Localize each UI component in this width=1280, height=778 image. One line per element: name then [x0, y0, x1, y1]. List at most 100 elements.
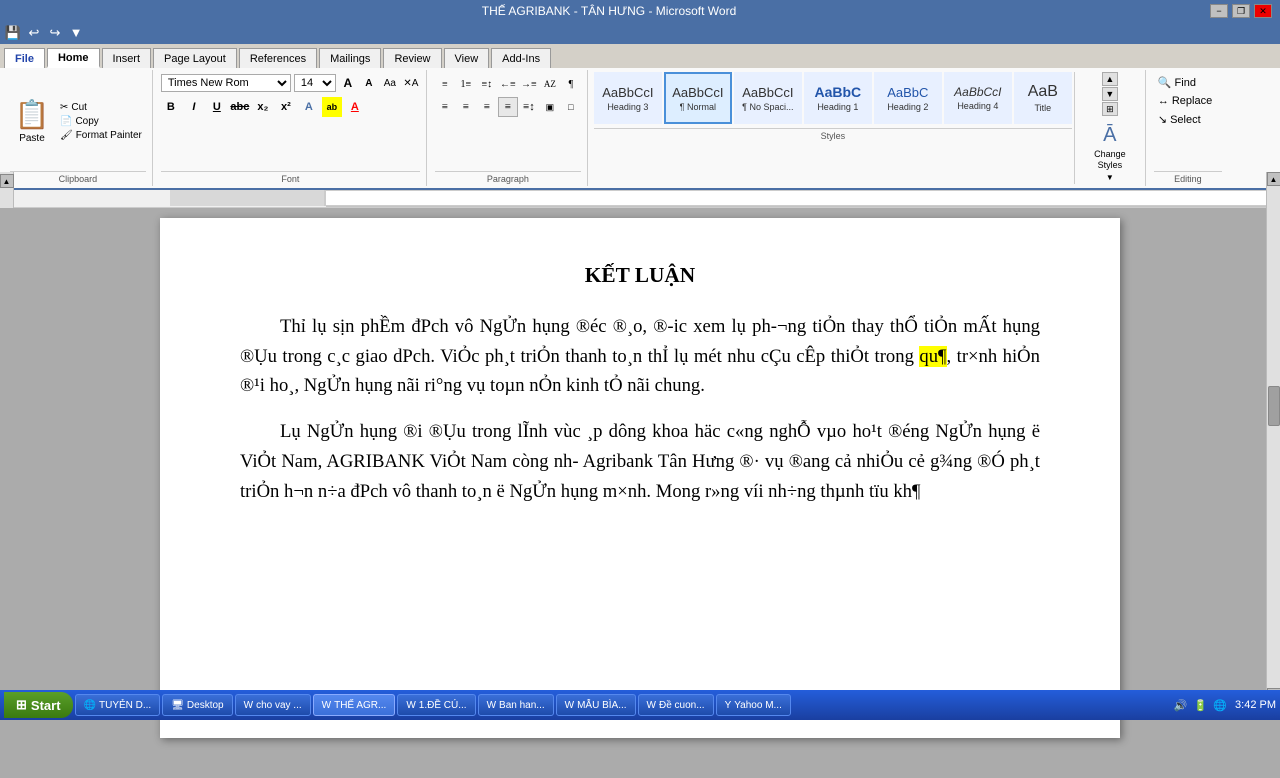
- font-row-2: B I U abc x₂ x² A ab A: [161, 97, 420, 117]
- ruler: for(let i=0; i<=24; i++) { const x = i*3…: [0, 190, 1280, 208]
- bold-button[interactable]: B: [161, 97, 181, 117]
- change-case-button[interactable]: Aa: [381, 74, 399, 92]
- increase-indent-button[interactable]: →≡: [519, 74, 539, 94]
- taskbar-right: 🔊 🔋 🌐 3:42 PM: [1174, 699, 1276, 712]
- clipboard-group: 📋 Paste ✂ Cut 📄 Copy 🖌 Format Painter: [4, 70, 153, 186]
- ribbon: 📋 Paste ✂ Cut 📄 Copy 🖌 Format Painter: [0, 68, 1280, 190]
- taskbar-the-agr[interactable]: W THẾ AGR...: [313, 694, 396, 716]
- paste-icon: 📋: [15, 98, 50, 131]
- styles-scroll-up[interactable]: ▲: [1102, 72, 1118, 86]
- para-row-2: ≡ ≡ ≡ ≡ ≡↕ ▣ □: [435, 97, 581, 117]
- minimize-button[interactable]: −: [1210, 4, 1228, 18]
- paste-button[interactable]: 📋 Paste: [10, 95, 54, 147]
- style-normal[interactable]: AaBbCcI ¶ Normal: [664, 72, 732, 124]
- subscript-button[interactable]: x₂: [253, 97, 273, 117]
- font-family-select[interactable]: Times New Rom: [161, 74, 291, 92]
- cut-button[interactable]: ✂ Cut: [56, 101, 146, 114]
- system-tray: 🔊 🔋 🌐: [1174, 699, 1227, 712]
- window-controls: − ❐ ✕: [1210, 4, 1272, 18]
- taskbar-de-cuon[interactable]: W Đề cuon...: [638, 694, 714, 716]
- document-title: KẾT LUẬN: [240, 258, 1040, 292]
- style-title[interactable]: AaB Title: [1014, 72, 1072, 124]
- clear-formatting-button[interactable]: ✕A: [402, 74, 420, 92]
- paragraph-2: Lụ NgỬn hụng ®i ®Ụu trong lĨnh vùc ¸p dô…: [240, 417, 1040, 507]
- align-right-button[interactable]: ≡: [477, 97, 497, 117]
- change-styles-button[interactable]: Ā ChangeStyles ▼: [1079, 122, 1141, 184]
- scroll-up-arrow[interactable]: ▲: [1267, 172, 1280, 186]
- quick-access-toolbar: 💾 ↩ ↪ ▼: [0, 22, 1280, 44]
- taskbar-tuyen[interactable]: 🌐 TUYẺN D...: [75, 694, 161, 716]
- quick-access-dropdown[interactable]: ▼: [67, 24, 85, 42]
- editing-group: 🔍 Find ↔ Replace ↘ Select Editing: [1148, 70, 1228, 186]
- align-center-button[interactable]: ≡: [456, 97, 476, 117]
- restore-button[interactable]: ❐: [1232, 4, 1250, 18]
- style-no-spacing[interactable]: AaBbCcI ¶ No Spaci...: [734, 72, 802, 124]
- document-page: KẾT LUẬN Thỉ lụ sịn phỀm đPch vô NgỬn hụ…: [160, 218, 1120, 738]
- clipboard-small-buttons: ✂ Cut 📄 Copy 🖌 Format Painter: [56, 101, 146, 142]
- scroll-thumb[interactable]: [1268, 386, 1280, 426]
- find-button[interactable]: 🔍 Find: [1154, 74, 1216, 91]
- style-heading1[interactable]: AaBbC Heading 1: [804, 72, 872, 124]
- taskbar-desktop[interactable]: 🖥 Desktop: [162, 694, 232, 716]
- numbering-button[interactable]: 1≡: [456, 74, 476, 94]
- text-highlight-button[interactable]: ab: [322, 97, 342, 117]
- line-spacing-button[interactable]: ≡↕: [519, 97, 539, 117]
- taskbar-cho-vay[interactable]: W cho vay ...: [235, 694, 311, 716]
- shading-button[interactable]: ▣: [540, 97, 560, 117]
- undo-quick-btn[interactable]: ↩: [25, 24, 43, 42]
- styles-group: AaBbCcI Heading 3 AaBbCcI ¶ Normal AaBbC…: [590, 70, 1146, 186]
- tab-addins[interactable]: Add-Ins: [491, 48, 551, 68]
- format-painter-button[interactable]: 🖌 Format Painter: [56, 129, 146, 142]
- replace-button[interactable]: ↔ Replace: [1154, 93, 1216, 109]
- tab-insert[interactable]: Insert: [102, 48, 152, 68]
- align-left-button[interactable]: ≡: [435, 97, 455, 117]
- superscript-button[interactable]: x²: [276, 97, 296, 117]
- select-button[interactable]: ↘ Select: [1154, 111, 1216, 128]
- title-bar-text: THẾ AGRIBANK - TÂN HƯNG - Microsoft Word: [8, 4, 1210, 18]
- taskbar-ban-han[interactable]: W Ban han...: [478, 694, 554, 716]
- taskbar-mau-bia[interactable]: W MẪU BÌA...: [556, 694, 636, 716]
- multilevel-button[interactable]: ≡↕: [477, 74, 497, 94]
- tab-review[interactable]: Review: [383, 48, 441, 68]
- text-effects-button[interactable]: A: [299, 97, 319, 117]
- bullets-button[interactable]: ≡: [435, 74, 455, 94]
- para-row-1: ≡ 1≡ ≡↕ ←≡ →≡ AZ ¶: [435, 74, 581, 94]
- underline-button[interactable]: U: [207, 97, 227, 117]
- borders-button[interactable]: □: [561, 97, 581, 117]
- title-bar: THẾ AGRIBANK - TÂN HƯNG - Microsoft Word…: [0, 0, 1280, 22]
- style-heading2[interactable]: AaBbC Heading 2: [874, 72, 942, 124]
- copy-button[interactable]: 📄 Copy: [56, 115, 146, 128]
- style-heading4[interactable]: AaBbCcI Heading 4: [944, 72, 1012, 124]
- start-button[interactable]: ⊞ Start: [4, 692, 73, 718]
- close-button[interactable]: ✕: [1254, 4, 1272, 18]
- ribbon-tab-bar: File Home Insert Page Layout References …: [0, 44, 1280, 68]
- shrink-font-button[interactable]: A: [360, 74, 378, 92]
- right-scrollbar: ▲ ▼: [1266, 172, 1280, 702]
- taskbar-yahoo[interactable]: Y Yahoo M...: [716, 694, 791, 716]
- save-quick-btn[interactable]: 💾: [4, 24, 22, 42]
- tab-references[interactable]: References: [239, 48, 317, 68]
- font-size-select[interactable]: 14: [294, 74, 336, 92]
- tab-view[interactable]: View: [444, 48, 490, 68]
- paragraph-group: ≡ 1≡ ≡↕ ←≡ →≡ AZ ¶ ≡ ≡ ≡ ≡ ≡↕ ▣ □ Paragr…: [429, 70, 588, 186]
- taskbar-1de-cu[interactable]: W 1.ĐỀ CÚ...: [397, 694, 475, 716]
- tab-mailings[interactable]: Mailings: [319, 48, 381, 68]
- italic-button[interactable]: I: [184, 97, 204, 117]
- tab-home[interactable]: Home: [47, 48, 100, 68]
- tab-file[interactable]: File: [4, 48, 45, 68]
- font-color-button[interactable]: A: [345, 97, 365, 117]
- styles-expand[interactable]: ⊞: [1102, 102, 1118, 116]
- styles-scroll-down[interactable]: ▼: [1102, 87, 1118, 101]
- clipboard-content: 📋 Paste ✂ Cut 📄 Copy 🖌 Format Painter: [10, 72, 146, 171]
- tab-page-layout[interactable]: Page Layout: [153, 48, 237, 68]
- decrease-indent-button[interactable]: ←≡: [498, 74, 518, 94]
- ruler-inner: for(let i=0; i<=24; i++) { const x = i*3…: [325, 190, 1280, 206]
- strikethrough-button[interactable]: abc: [230, 97, 250, 117]
- sort-button[interactable]: AZ: [540, 74, 560, 94]
- nav-up-btn[interactable]: ▲: [0, 174, 14, 188]
- redo-quick-btn[interactable]: ↪: [46, 24, 64, 42]
- grow-font-button[interactable]: A: [339, 74, 357, 92]
- show-hide-button[interactable]: ¶: [561, 74, 581, 94]
- style-heading3[interactable]: AaBbCcI Heading 3: [594, 72, 662, 124]
- justify-button[interactable]: ≡: [498, 97, 518, 117]
